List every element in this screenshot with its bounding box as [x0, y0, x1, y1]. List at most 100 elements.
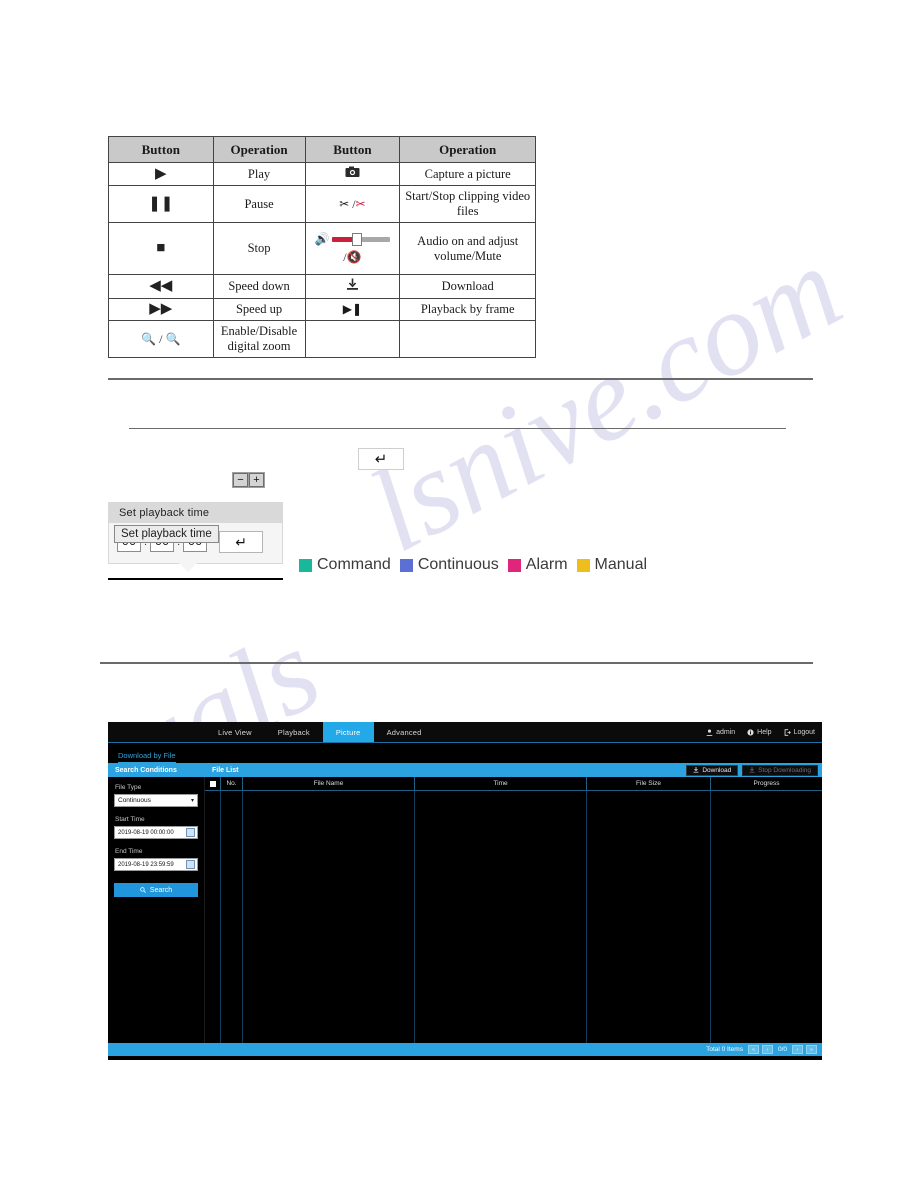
end-time-input[interactable]: 2019-08-19 23:59:59 [114, 858, 198, 871]
empty-cell-operation [399, 320, 536, 358]
tooltip: Set playback time [114, 525, 219, 543]
rewind-icon: ◀◀ [108, 274, 214, 299]
select-all-checkbox[interactable] [205, 777, 221, 790]
operation-audio: Audio on and adjust volume/Mute [399, 222, 536, 275]
last-page-button[interactable]: » [806, 1045, 817, 1054]
search-icon [140, 887, 146, 893]
zoom-icon: 🔍 / 🔍 [108, 320, 214, 358]
column-progress: Progress [753, 780, 780, 787]
stop-downloading-label: Stop Downloading [758, 766, 811, 774]
set-playback-time-popup: Set playback time 00 : 00 : 00 ↵ Set pla… [108, 502, 283, 572]
total-items-label: Total 0 Items [706, 1046, 743, 1053]
operation-stop: Stop [212, 222, 306, 275]
volume-slider: 🔊 /🔇 [304, 222, 401, 275]
legend-swatch-alarm [507, 558, 521, 572]
tab-playback[interactable]: Playback [265, 722, 323, 742]
scissors-icon: ✂ /✂ [304, 185, 401, 223]
help-control[interactable]: Help [747, 729, 772, 736]
header-operation-1: Operation [212, 136, 306, 163]
download-icon-svg [346, 278, 358, 290]
start-time-input[interactable]: 2019-08-19 00:00:00 [114, 826, 198, 839]
legend-swatch-continuous [399, 558, 413, 572]
operation-speed-down: Speed down [212, 274, 306, 299]
end-time-label: End Time [115, 848, 143, 855]
legend-item-alarm: Alarm [507, 556, 568, 574]
file-type-label: File Type [115, 784, 142, 791]
download-icon [304, 274, 401, 299]
table-header-row: Button Operation Button Operation [108, 136, 536, 163]
popup-underline [108, 578, 283, 580]
account-label: admin [716, 728, 736, 736]
pause-icon: ❚❚ [108, 185, 214, 223]
camera-icon [304, 162, 401, 186]
file-type-select[interactable]: Continuous ▾ [114, 794, 198, 807]
plus-button[interactable]: + [249, 473, 264, 487]
legend-swatch-manual [576, 558, 590, 572]
minus-button[interactable]: − [233, 473, 248, 487]
table-row: ❚❚ Pause ✂ /✂ Start/Stop clipping video … [108, 185, 536, 223]
legend-label-command: Command [317, 556, 391, 573]
logout-control[interactable]: Logout [784, 729, 815, 736]
frame-advance-icon: ▶❚ [304, 298, 401, 321]
speaker-icon: 🔊 [314, 232, 330, 246]
file-list-rows-empty [205, 791, 822, 1043]
popup-title: Set playback time [109, 503, 282, 523]
camera-icon-svg [345, 166, 360, 177]
account-control[interactable]: admin [706, 729, 735, 736]
column-no: No. [221, 777, 243, 790]
prev-page-button[interactable]: ‹ [761, 1045, 773, 1054]
stop-downloading-button[interactable]: Stop Downloading [742, 764, 818, 776]
end-time-value: 2019-08-19 23:59:59 [118, 861, 174, 868]
volume-slider-row: 🔊 [308, 232, 398, 247]
empty-cell-button [304, 320, 401, 358]
table-row: ▶ Play Capture a picture [108, 162, 536, 186]
next-page-button[interactable]: › [792, 1045, 803, 1054]
header-user-controls: admin Help Logout [706, 722, 815, 742]
camera-web-app: Live View Playback Picture Advanced admi… [108, 722, 822, 1060]
operation-download: Download [399, 274, 536, 299]
calendar-icon[interactable] [186, 860, 195, 869]
legend-item-manual: Manual [576, 556, 648, 574]
download-icon [693, 767, 699, 773]
popup-notch [179, 563, 197, 572]
sub-nav-download-by-file[interactable]: Download by File [118, 751, 176, 763]
col-body-name [243, 791, 415, 1043]
play-icon: ▶ [108, 162, 214, 186]
enter-icon: ↵ [374, 451, 388, 468]
search-button[interactable]: Search [114, 883, 198, 897]
first-page-button[interactable]: « [747, 1045, 759, 1054]
file-list-panel: No. File Name Time File Size Progress [205, 777, 822, 1043]
col-body-time [415, 791, 587, 1043]
start-time-value: 2019-08-19 00:00:00 [118, 829, 174, 836]
start-time-label: Start Time [115, 816, 145, 823]
legend-swatch-command [299, 558, 312, 572]
tab-picture[interactable]: Picture [322, 722, 374, 742]
calendar-icon[interactable] [186, 828, 195, 837]
popup-enter-button[interactable]: ↵ [219, 531, 264, 553]
recording-type-legend: Command Continuous Alarm Manual [299, 556, 647, 574]
search-button-label: Search [149, 886, 173, 894]
logout-icon [784, 728, 791, 736]
pagination-bar: Total 0 Items « ‹ 0/0 › » [108, 1043, 822, 1056]
download-button[interactable]: Download [686, 764, 739, 776]
operation-pause: Pause [212, 185, 306, 223]
legend-label-manual: Manual [594, 556, 648, 573]
volume-knob [352, 233, 363, 246]
legend-item-command: Command [299, 556, 391, 574]
tab-advanced[interactable]: Advanced [374, 722, 435, 742]
search-conditions-panel: File Type Continuous ▾ Start Time 2019-0… [108, 777, 205, 1043]
table-row: 🔍 / 🔍 Enable/Disable digital zoom [108, 320, 536, 358]
tab-live-view[interactable]: Live View [205, 722, 265, 742]
file-list-header: No. File Name Time File Size Progress [205, 777, 822, 791]
mute-row: /🔇 [343, 250, 362, 264]
zoom-stepper[interactable]: − + [232, 472, 265, 488]
sub-navigation: Download by File [108, 743, 822, 763]
operation-frame: Playback by frame [399, 298, 536, 321]
operation-play: Play [212, 162, 306, 186]
column-file-size: File Size [587, 777, 711, 790]
col-body-chk [205, 791, 221, 1043]
col-body-prog [711, 791, 822, 1043]
col-body-no [221, 791, 243, 1043]
enter-button[interactable]: ↵ [358, 448, 404, 470]
header-button-1: Button [108, 136, 214, 163]
